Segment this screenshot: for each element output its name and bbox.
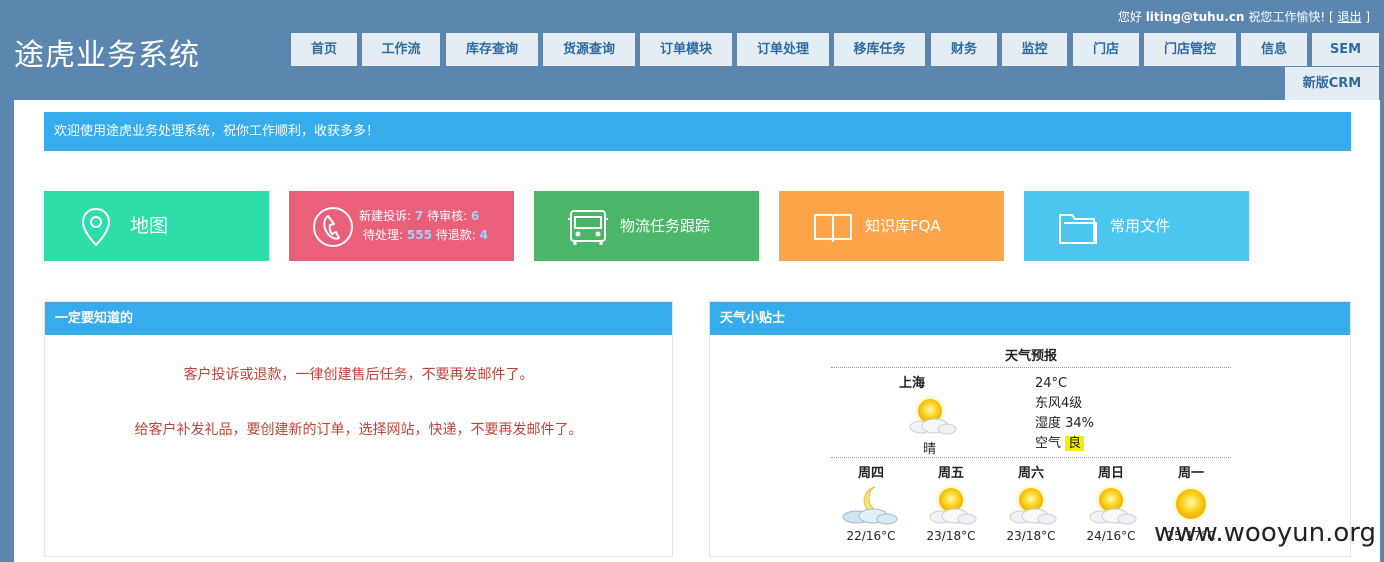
tile-logistics[interactable]: 物流任务跟踪	[534, 191, 759, 261]
forecast-day: 周日 24/16°C	[1071, 462, 1151, 543]
today-temp: 24°C	[1035, 376, 1068, 391]
forecast-day-temp: 22/16°C	[846, 529, 896, 543]
welcome-banner: 欢迎使用途虎业务处理系统，祝你工作顺利，收获多多！	[44, 112, 1351, 151]
new-complaints-count: 7	[414, 209, 424, 223]
forecast-day-name: 周六	[1017, 466, 1044, 481]
sun-cloud-icon	[1009, 485, 1057, 525]
tile-map-label: 地图	[130, 215, 169, 237]
forecast-day-name: 周五	[937, 466, 964, 481]
tile-complaints[interactable]: 新建投诉: 7 待审核: 6 待处理: 555 待退款: 4	[289, 191, 514, 261]
forecast-day-name: 周四	[857, 466, 884, 481]
pending-review-label: 待审核:	[427, 209, 468, 223]
tile-map[interactable]: 地图	[44, 191, 269, 261]
phone-icon	[313, 207, 353, 247]
today-air-quality: 空气 良	[1035, 434, 1094, 454]
city-name: 上海	[899, 376, 926, 391]
forecast-day-temp: 23/18°C	[926, 529, 976, 543]
truck-icon	[568, 210, 608, 245]
tile-common-files-label: 常用文件	[1110, 217, 1171, 235]
moon-cloud-icon	[842, 486, 898, 525]
pending-review-count: 6	[470, 209, 480, 223]
tab-workflow[interactable]: 工作流	[362, 33, 440, 66]
forecast-day: 周六 23/18°C	[991, 462, 1071, 543]
map-pin-icon	[81, 207, 111, 247]
forecast-day-temp: 24/16°C	[1086, 529, 1136, 543]
tab-info[interactable]: 信息	[1241, 33, 1307, 66]
sun-cloud-icon	[1089, 485, 1137, 525]
forecast-day: 周四 22/16°C	[831, 462, 911, 543]
notice-line-1: 客户投诉或退款，一律创建售后任务，不要再发邮件了。	[183, 367, 534, 383]
forecast-day-name: 周日	[1097, 466, 1124, 481]
logout-link[interactable]: 退出	[1337, 10, 1361, 24]
book-icon	[814, 214, 852, 242]
new-complaints-label: 新建投诉:	[359, 209, 412, 223]
tab-store[interactable]: 门店	[1073, 33, 1139, 66]
notice-panel: 一定要知道的 客户投诉或退款，一律创建售后任务，不要再发邮件了。 给客户补发礼品…	[44, 301, 673, 557]
notice-panel-title: 一定要知道的	[45, 302, 672, 335]
forecast-day-temp: 23/18°C	[1006, 529, 1056, 543]
complaint-stats: 新建投诉: 7 待审核: 6 待处理: 555 待退款: 4	[359, 207, 488, 245]
tab-new-crm[interactable]: 新版CRM	[1285, 67, 1379, 100]
notice-line-2: 给客户补发礼品，要创建新的订单，选择网站，快递，不要再发邮件了。	[134, 422, 583, 438]
forecast-day: 周五 23/18°C	[911, 462, 991, 543]
tile-common-files[interactable]: 常用文件	[1024, 191, 1249, 261]
today-weather: 上海 晴 24°C 东风4级 湿度 34% 空气 良	[831, 368, 1231, 458]
tile-knowledge-base-label: 知识库FQA	[865, 217, 941, 235]
to-process-count: 555	[406, 228, 432, 242]
weather-panel-title: 天气小贴士	[710, 302, 1350, 335]
pending-refund-label: 待退款:	[435, 228, 476, 242]
tile-knowledge-base[interactable]: 知识库FQA	[779, 191, 1004, 261]
tab-inventory-query[interactable]: 库存查询	[446, 33, 538, 66]
pending-refund-count: 4	[479, 228, 488, 242]
today-details: 24°C 东风4级 湿度 34% 空气 良	[1035, 374, 1094, 454]
folder-icon	[1059, 214, 1097, 244]
tab-supply-query[interactable]: 货源查询	[543, 33, 635, 66]
greeting: 您好	[1117, 10, 1142, 24]
user-bar: 您好 liting@tuhu.cn 祝您工作愉快! [ 退出 ]	[1118, 8, 1370, 25]
tab-order-processing[interactable]: 订单处理	[737, 33, 829, 66]
tab-store-control[interactable]: 门店管控	[1144, 33, 1236, 66]
tile-logistics-label: 物流任务跟踪	[620, 217, 711, 235]
tab-sem[interactable]: SEM	[1312, 33, 1379, 66]
sun-cloud-icon	[909, 396, 957, 435]
greeting-wish: 祝您工作愉快!	[1248, 10, 1326, 24]
today-wind: 东风4级	[1035, 396, 1083, 411]
tab-transfer-tasks[interactable]: 移库任务	[834, 33, 925, 66]
today-humidity: 湿度 34%	[1035, 416, 1095, 431]
sun-cloud-icon	[929, 485, 977, 525]
bracket-open: [	[1328, 10, 1334, 24]
tab-home[interactable]: 首页	[291, 33, 357, 66]
tab-finance[interactable]: 财务	[931, 33, 997, 66]
forecast-day-name: 周一	[1177, 466, 1204, 481]
tab-monitor[interactable]: 监控	[1002, 33, 1067, 66]
to-process-label: 待处理:	[363, 228, 404, 242]
main-nav: 首页 工作流 库存查询 货源查询 订单模块 订单处理 移库任务 财务 监控 门店…	[0, 33, 1384, 100]
main-content: 欢迎使用途虎业务处理系统，祝你工作顺利，收获多多！ 地图 新建投诉: 7 待审核…	[14, 100, 1380, 562]
air-quality-value: 良	[1065, 436, 1085, 451]
tab-order-module[interactable]: 订单模块	[640, 33, 732, 66]
username: liting@tuhu.cn	[1145, 10, 1245, 24]
watermark: www.wooyun.org	[1153, 518, 1376, 548]
today-condition: 晴	[923, 442, 937, 457]
air-quality-label: 空气	[1035, 436, 1062, 451]
bracket-close: ]	[1365, 10, 1370, 24]
forecast-title: 天气预报	[831, 346, 1231, 368]
header: 途虎业务系统 您好 liting@tuhu.cn 祝您工作愉快! [ 退出 ] …	[0, 0, 1384, 100]
